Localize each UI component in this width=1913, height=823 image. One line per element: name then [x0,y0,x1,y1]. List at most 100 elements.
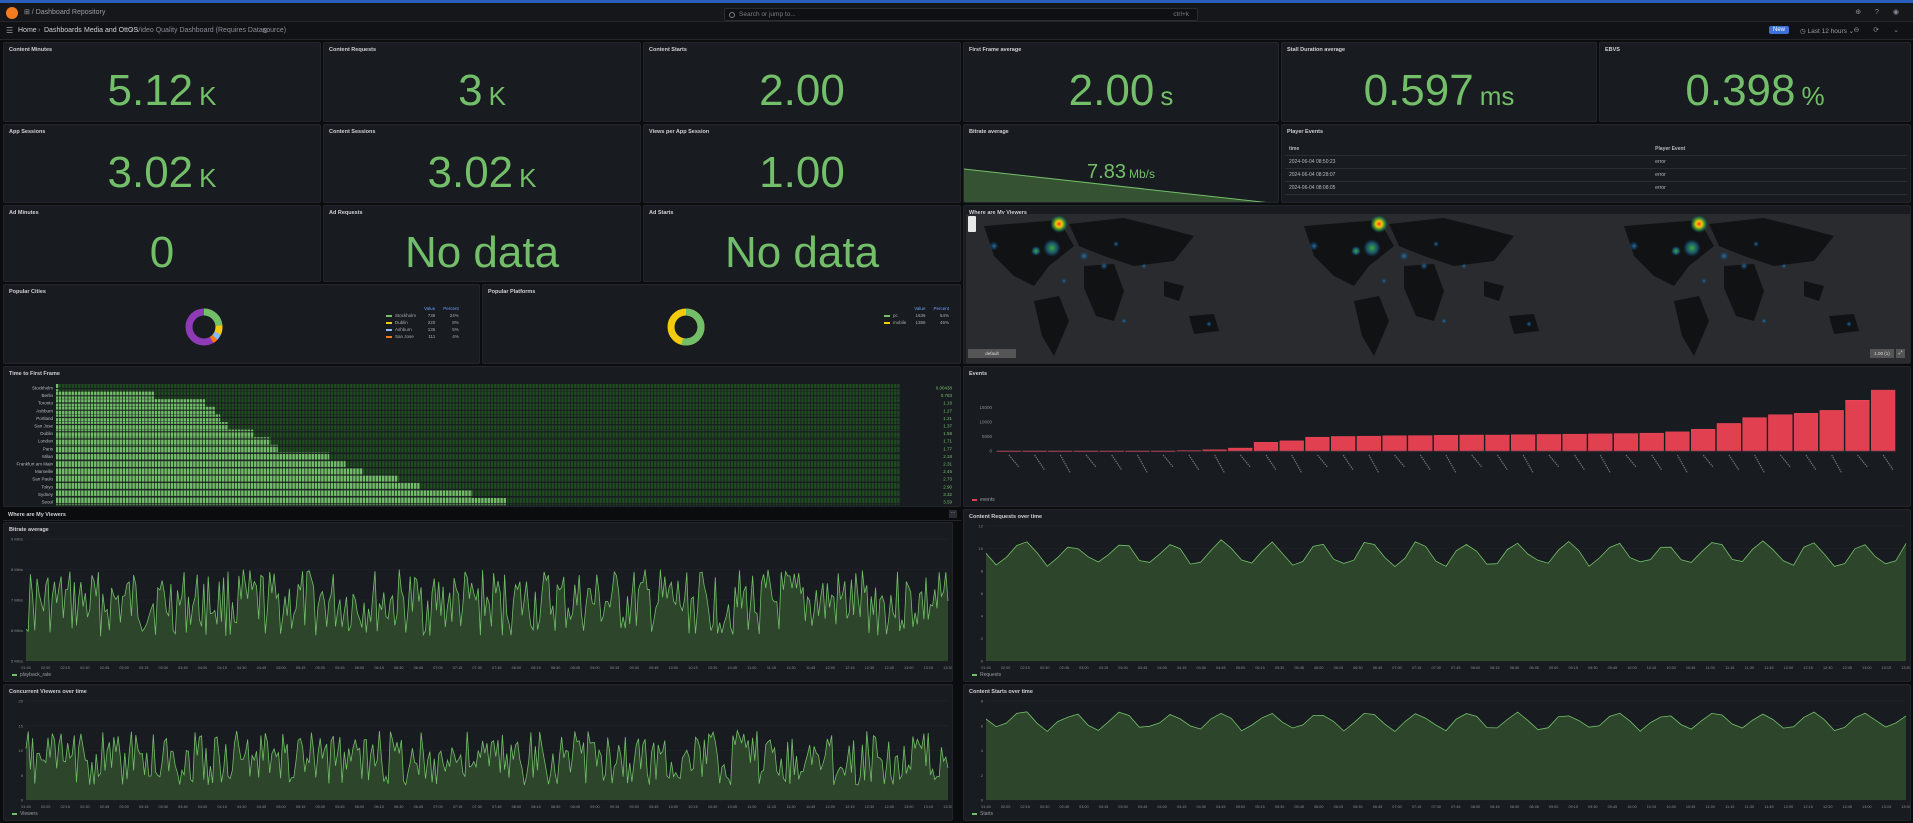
time-to-first-frame-panel[interactable]: Time to First Frame Stockholm 0.00438 Berl… [3,366,961,507]
starts-timeseries-panel[interactable]: Content Starts over time 8 6 4 2 0 01:45 02:00… [963,684,1911,821]
stat-panel-ad-minutes[interactable]: Ad Minutes 0 [3,205,321,282]
requests-timeseries-panel[interactable]: Content Requests over time 12 10 8 6 4 2 0 01:4… [963,509,1911,682]
stat-panel-ebvs[interactable]: EBVS 0.398% [1599,42,1911,122]
stat-panel-ad-requests[interactable]: Ad Requests No data [323,205,641,282]
events-legend[interactable]: events [972,497,995,503]
events-bar[interactable] [1356,435,1381,452]
legend-header[interactable]: Value [910,305,929,312]
legend-item[interactable]: Ashburn 136 5% [382,326,463,333]
events-bar[interactable] [1639,432,1664,452]
x-tick-label: 12:30 [1823,805,1833,809]
legend-item[interactable]: Stockholm 736 24% [382,312,463,319]
legend-header[interactable]: Value [420,305,439,312]
events-bar[interactable] [1511,434,1536,452]
events-bar[interactable] [1613,433,1639,452]
events-bar[interactable] [1665,431,1690,452]
top-breadcrumb[interactable]: ⊞ / Dashboard Repository [24,8,105,16]
starts-legend[interactable]: Starts [972,811,993,817]
stat-value: 0 [149,227,175,277]
events-bar[interactable] [1742,417,1767,452]
events-bar[interactable] [1408,435,1433,452]
breadcrumb-home[interactable]: Home [18,27,37,34]
x-tick-label: 05:15 [296,805,306,809]
x-tick-label: 02:00 [1001,805,1011,809]
section-row[interactable]: Where are My Viewers ⋯ [3,509,961,521]
x-category-label [1728,454,1740,471]
map-scale-button[interactable]: 1.00 (1) [1870,349,1894,358]
events-bar[interactable] [1768,414,1793,452]
legend-header[interactable]: Percent [929,305,953,312]
top-right-icons[interactable]: ⊕ ? ◉ [1855,8,1905,16]
stat-panel-first-frame-average[interactable]: First Frame average 2.00 s [963,42,1279,122]
stat-panel-app-sessions[interactable]: App Sessions 3.02 K [3,124,321,203]
events-bar[interactable] [1459,434,1484,452]
section-menu-icon[interactable]: ⋯ [949,510,957,518]
map-layer-button[interactable]: default [968,349,1016,358]
stat-panel-content-requests[interactable]: Content Requests 3K [323,42,641,122]
events-bar[interactable] [1793,413,1819,452]
bitrate-average-panel[interactable]: Bitrate average 7.83 Mb/s [963,124,1279,203]
zoom-control[interactable] [968,216,976,232]
x-tick-label: 03:00 [1079,666,1089,670]
new-button[interactable]: New [1769,26,1790,34]
events-bar[interactable] [1536,434,1561,452]
events-bar[interactable] [1485,434,1510,452]
ttff-city-label: Toronto [38,401,54,406]
events-bar[interactable] [1382,435,1407,452]
events-bar[interactable] [1331,436,1356,452]
stat-panel-stall-duration-average[interactable]: Stall Duration average 0.597 ms [1281,42,1597,122]
popular-platforms-panel[interactable]: Popular Platforms Value Percent pc 1636 54% m… [482,284,961,364]
events-panel[interactable]: Events 15000 10000 5000 0 events [963,366,1911,507]
bitrate-timeseries-panel[interactable]: Bitrate average 9 Mb/s 8 Mb/s 7 Mb/s 6 Mb/s… [3,522,953,682]
toolbar-icons[interactable]: ⊖ ⟳ ⌄ [1854,26,1906,34]
legend-item[interactable]: San Jose 111 4% [382,333,463,340]
x-tick-label: 03:15 [1099,805,1109,809]
world-map[interactable] [964,206,1911,364]
events-bar[interactable] [1871,389,1896,452]
events-bar[interactable] [1588,433,1613,452]
breadcrumb-dashboards[interactable]: Dashboards [44,27,82,34]
time-range-picker[interactable]: ◷ Last 12 hours ⌄ [1800,27,1854,35]
events-bar[interactable] [1562,433,1587,452]
stat-panel-content-sessions[interactable]: Content Sessions 3.02 K [323,124,641,203]
ttff-bar-fill [56,460,346,468]
ttff-bar-fill [56,475,399,483]
stat-panel-ad-starts[interactable]: Ad Starts No data [643,205,961,282]
viewers-timeseries-panel[interactable]: Concurrent Viewers over time 20 15 10 5 0 01:… [3,684,953,821]
events-bar[interactable] [1433,435,1459,452]
stat-panel-views-per-app-session[interactable]: Views per App Session 1.00 [643,124,961,203]
popular-cities-panel[interactable]: Popular Cities Value Percent Stockholm 736 2… [3,284,480,364]
events-bar[interactable] [1691,429,1716,452]
bitrate-legend[interactable]: playback_rate [12,672,51,678]
viewers-map-panel[interactable]: Where are My Viewers default 1.00 (1) ⤢ [963,205,1911,364]
x-tick-label: 04:45 [1216,666,1226,670]
requests-legend[interactable]: Requests [972,672,1001,678]
events-bar[interactable] [1305,436,1330,452]
menu-icon[interactable]: ☰ [6,26,13,35]
x-tick-label: 07:00 [1392,666,1402,670]
events-bar[interactable] [1819,410,1844,452]
grafana-logo-icon[interactable] [6,7,18,19]
map-expand-icon[interactable]: ⤢ [1896,349,1905,358]
column-header[interactable]: Player Event [1651,143,1907,156]
x-tick-label: 05:30 [1275,805,1285,809]
legend-header[interactable]: Percent [439,305,463,312]
legend-item[interactable]: Dublin 220 8% [382,319,463,326]
events-bar[interactable] [1716,423,1741,452]
events-bar[interactable] [1228,447,1253,452]
events-bar[interactable] [1845,400,1870,452]
column-header[interactable]: time [1285,143,1652,156]
legend-item[interactable]: pc 1636 54% [880,312,953,319]
search-input[interactable]: Search or jump to... ctrl+k [724,8,1198,21]
legend-item[interactable]: mobile 1386 46% [880,319,953,326]
settings-gear-icon[interactable]: ⚙ [262,27,268,35]
stat-panel-content-minutes[interactable]: Content Minutes 5.12 K [3,42,321,122]
x-tick-label: 10:45 [1686,666,1696,670]
ttff-bar-track [56,384,900,392]
events-bar[interactable] [1253,442,1279,452]
player-events-panel[interactable]: Player Events time Player Event 2024-06-0… [1281,124,1911,203]
events-bar[interactable] [1279,440,1304,452]
viewers-legend[interactable]: Viewers [12,811,38,817]
stat-panel-content-starts[interactable]: Content Starts 2.00 [643,42,961,122]
x-tick-label: 09:00 [590,805,600,809]
